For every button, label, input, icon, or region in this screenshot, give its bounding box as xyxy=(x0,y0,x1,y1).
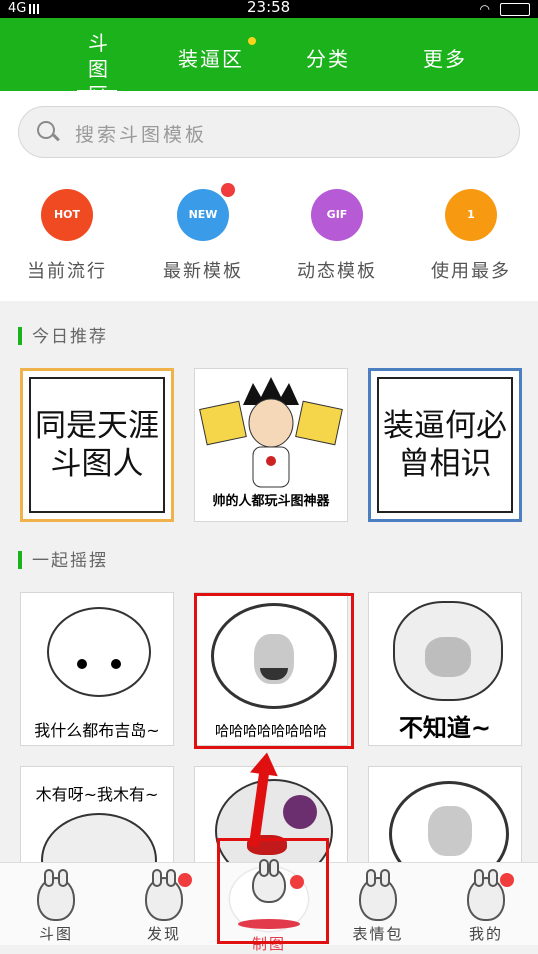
category-hot[interactable]: HOT 当前流行 xyxy=(12,189,122,283)
section-title-today: 今日推荐 xyxy=(18,322,108,347)
badge-dot-icon xyxy=(221,183,235,197)
category-new[interactable]: NEW 最新模板 xyxy=(148,183,258,283)
search-input[interactable]: 搜索斗图模板 xyxy=(18,106,520,158)
badge-dot-icon xyxy=(500,873,514,887)
badge-dot-icon xyxy=(178,873,192,887)
category-most-used[interactable]: 1 使用最多 xyxy=(416,189,526,283)
nav-doutu[interactable]: 斗图 xyxy=(16,863,96,944)
category-gif[interactable]: GIF 动态模板 xyxy=(282,189,392,283)
search-icon xyxy=(37,121,55,139)
nav-discover[interactable]: 发现 xyxy=(124,863,204,944)
network-indicator: 4G xyxy=(8,1,42,16)
new-icon: NEW xyxy=(177,183,235,241)
top-nav: 斗图区 装逼区 分类 更多 xyxy=(0,18,538,107)
meme-card[interactable] xyxy=(368,766,522,887)
search-placeholder: 搜索斗图模板 xyxy=(75,124,208,146)
tab-category[interactable]: 分类 xyxy=(306,43,350,72)
cartoon-image xyxy=(199,377,343,488)
battery-icon xyxy=(500,2,530,16)
clock: 23:58 xyxy=(247,0,291,16)
bunny-icon xyxy=(467,869,505,921)
highlight-box xyxy=(194,593,354,749)
highlight-box xyxy=(217,838,329,944)
meme-card[interactable]: 木有呀~我木有~ xyxy=(20,766,174,907)
tab-more[interactable]: 更多 xyxy=(423,43,467,72)
today-card-3[interactable]: 装逼何必曾相识 xyxy=(368,368,522,522)
header-panel: 搜索斗图模板 HOT 当前流行 NEW 最新模板 GIF 动态模板 1 使用最多 xyxy=(0,91,538,301)
meme-face xyxy=(393,601,503,701)
status-bar: 4G 23:58 ◠ xyxy=(0,0,538,18)
signal-icon xyxy=(29,3,42,14)
meme-card[interactable]: 不知道~ xyxy=(368,592,522,746)
bunny-icon xyxy=(359,869,397,921)
wifi-icon: ◠ xyxy=(479,2,490,16)
section-title-together: 一起摇摆 xyxy=(18,546,108,571)
tab-zhuangbi[interactable]: 装逼区 xyxy=(178,37,256,72)
new-dot-icon xyxy=(248,37,256,45)
bunny-icon xyxy=(37,869,75,921)
arrow-up-icon xyxy=(248,752,278,848)
nav-mine[interactable]: 我的 xyxy=(446,863,526,944)
meme-card[interactable]: 我什么都布吉岛~ xyxy=(20,592,174,746)
gif-icon: GIF xyxy=(311,189,363,241)
today-card-1[interactable]: 同是天涯斗图人 xyxy=(20,368,174,522)
meme-face xyxy=(47,607,151,697)
hot-icon: HOT xyxy=(41,189,93,241)
today-card-2[interactable]: 帅的人都玩斗图神器 xyxy=(194,368,348,522)
trophy-icon: 1 xyxy=(445,189,497,241)
nav-stickers[interactable]: 表情包 xyxy=(338,863,418,944)
bunny-icon xyxy=(145,869,183,921)
